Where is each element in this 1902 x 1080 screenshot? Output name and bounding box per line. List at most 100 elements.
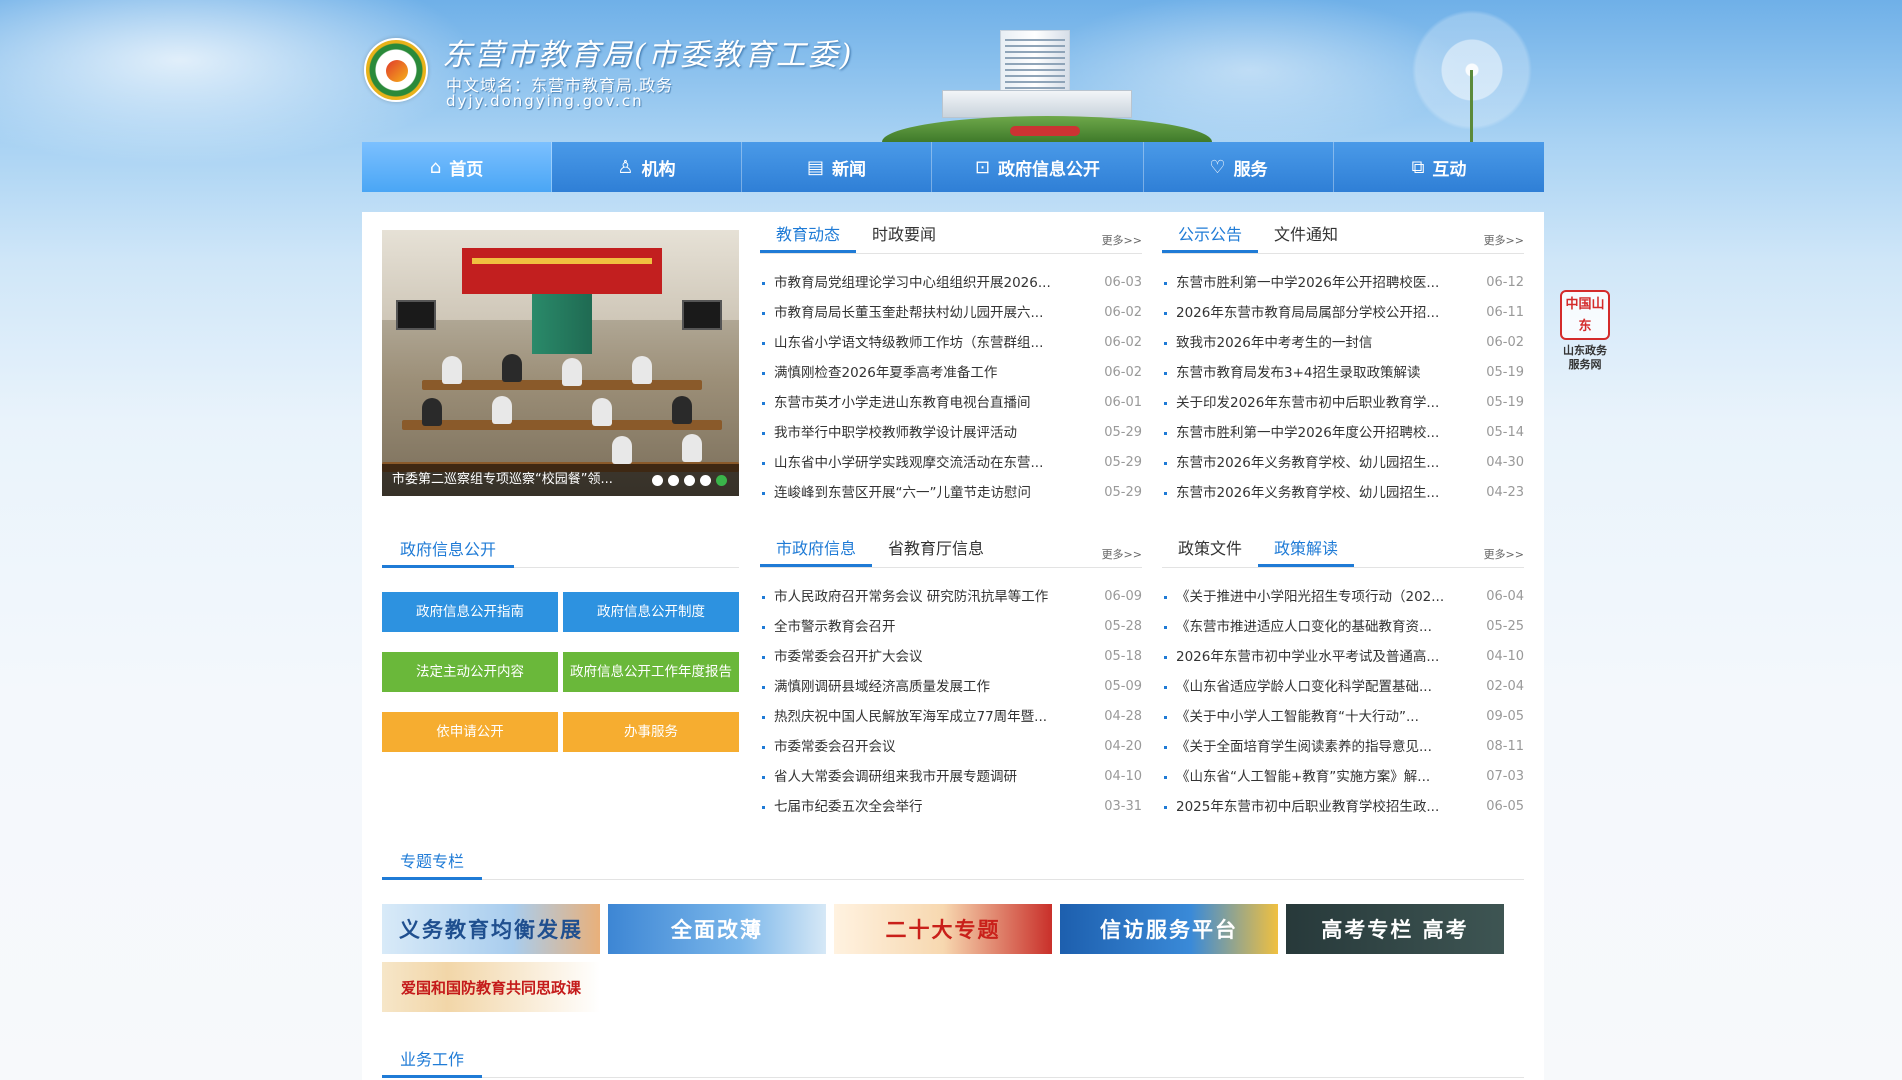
topic-20th-congress[interactable]: 二十大专题 [834, 904, 1052, 954]
list-item[interactable]: 《关于推进中小学阳光招生专项行动（202... 06-04 [1162, 582, 1524, 612]
shandong-gov-service-label: 山东政务服务网 [1563, 344, 1607, 371]
bullet-icon [1164, 281, 1167, 285]
list-item[interactable]: 2026年东营市初中学业水平考试及普通高... 04-10 [1162, 642, 1524, 672]
list-item-title: 市教育局局长董玉奎赴帮扶村幼儿园开展六... [774, 305, 1044, 321]
topic-petition-platform[interactable]: 信访服务平台 [1060, 904, 1278, 954]
list-item[interactable]: 七届市纪委五次全会举行 03-31 [760, 792, 1142, 822]
tab-education-news[interactable]: 教育动态 [760, 221, 857, 253]
list-item[interactable]: 东营市英才小学走进山东教育电视台直播间 06-01 [760, 388, 1142, 418]
bullet-icon [762, 805, 765, 809]
gov-info-guide-button[interactable]: 政府信息公开指南 [382, 592, 558, 632]
city-info-more-link[interactable]: 更多>> [1102, 546, 1142, 562]
notices-more-link[interactable]: 更多>> [1484, 232, 1524, 248]
list-item[interactable]: 东营市胜利第一中学2026年公开招聘校医... 06-12 [1162, 268, 1524, 298]
list-item[interactable]: 市委常委会召开扩大会议 05-18 [760, 642, 1142, 672]
nav-news[interactable]: ▤ 新闻 [742, 142, 932, 192]
bullet-icon [1164, 461, 1167, 465]
nav-interaction[interactable]: ⧉ 互动 [1334, 142, 1544, 192]
nav-home[interactable]: ⌂ 首页 [362, 142, 552, 192]
policy-more-link[interactable]: 更多>> [1484, 546, 1524, 562]
slide-dot-active[interactable] [716, 475, 727, 486]
topics-title[interactable]: 专题专栏 [382, 848, 483, 880]
tab-province-edu-info[interactable]: 省教育厅信息 [872, 535, 1000, 567]
service-button[interactable]: 办事服务 [563, 712, 739, 752]
list-item[interactable]: 我市举行中职学校教师教学设计展评活动 05-29 [760, 418, 1142, 448]
list-item[interactable]: 山东省小学语文特级教师工作坊（东营群组... 06-02 [760, 328, 1142, 358]
list-item-date: 03-31 [1104, 799, 1142, 814]
logo-emblem-icon [386, 60, 408, 82]
site-logo[interactable] [364, 38, 428, 102]
list-item[interactable]: 2026年东营市教育局局属部分学校公开招... 06-11 [1162, 298, 1524, 328]
slide-dot[interactable] [684, 475, 695, 486]
list-item[interactable]: 东营市教育局发布3+4招生录取政策解读 05-19 [1162, 358, 1524, 388]
topic-patriotic-education[interactable]: 爱国和国防教育共同思政课 [382, 962, 600, 1012]
list-item[interactable]: 《东营市推进适应人口变化的基础教育资... 05-25 [1162, 612, 1524, 642]
list-item-date: 06-03 [1104, 275, 1142, 290]
nav-gov-info[interactable]: ⊡ 政府信息公开 [932, 142, 1144, 192]
bullet-icon [762, 371, 765, 375]
gov-info-title[interactable]: 政府信息公开 [382, 536, 515, 568]
list-item[interactable]: 满慎刚调研县域经济高质量发展工作 05-09 [760, 672, 1142, 702]
tab-political-news[interactable]: 时政要闻 [856, 221, 952, 253]
list-item[interactable]: 致我市2026年中考考生的一封信 06-02 [1162, 328, 1524, 358]
news-slideshow[interactable]: 市委第二巡察组专项巡察“校园餐”领... [382, 230, 739, 496]
bullet-icon [762, 715, 765, 719]
list-item[interactable]: 山东省中小学研学实践观摩交流活动在东营... 05-29 [760, 448, 1142, 478]
list-item[interactable]: 《关于全面培育学生阅读素养的指导意见... 08-11 [1162, 732, 1524, 762]
tab-policy-documents[interactable]: 政策文件 [1162, 535, 1258, 567]
list-item[interactable]: 《关于中小学人工智能教育“十大行动”... 09-05 [1162, 702, 1524, 732]
topic-gaokao[interactable]: 高考专栏 高考 [1286, 904, 1504, 954]
list-item[interactable]: 市教育局局长董玉奎赴帮扶村幼儿园开展六... 06-02 [760, 298, 1142, 328]
list-item[interactable]: 关于印发2026年东营市初中后职业教育学... 05-19 [1162, 388, 1524, 418]
bullet-icon [1164, 625, 1167, 629]
list-item-date: 06-04 [1486, 589, 1524, 604]
list-item[interactable]: 东营市2026年义务教育学校、幼儿园招生... 04-30 [1162, 448, 1524, 478]
list-item[interactable]: 东营市胜利第一中学2026年度公开招聘校... 05-14 [1162, 418, 1524, 448]
nav-service[interactable]: ♡ 服务 [1144, 142, 1334, 192]
tab-policy-interpretation[interactable]: 政策解读 [1258, 535, 1355, 567]
gov-info-statutory-button[interactable]: 法定主动公开内容 [382, 652, 558, 692]
bullet-icon [762, 685, 765, 689]
nav-organization[interactable]: ♙ 机构 [552, 142, 742, 192]
news-more-link[interactable]: 更多>> [1102, 232, 1142, 248]
list-item[interactable]: 《山东省“人工智能+教育”实施方案》解... 07-03 [1162, 762, 1524, 792]
slide-dot[interactable] [700, 475, 711, 486]
list-item[interactable]: 东营市2026年义务教育学校、幼儿园招生... 04-23 [1162, 478, 1524, 508]
bullet-icon [1164, 311, 1167, 315]
list-item[interactable]: 热烈庆祝中国人民解放军海军成立77周年暨... 04-28 [760, 702, 1142, 732]
list-item[interactable]: 市委常委会召开会议 04-20 [760, 732, 1142, 762]
bullet-icon [762, 281, 765, 285]
list-item-date: 05-18 [1104, 649, 1142, 664]
shandong-gov-service-badge[interactable]: 中国山东 山东政务服务网 [1558, 290, 1612, 372]
dandelion-image [1402, 0, 1542, 142]
list-item-date: 05-28 [1104, 619, 1142, 634]
list-item-title: 东营市胜利第一中学2026年度公开招聘校... [1176, 425, 1440, 441]
tab-city-gov-info[interactable]: 市政府信息 [760, 535, 873, 567]
bullet-icon [762, 491, 765, 495]
list-item[interactable]: 市教育局党组理论学习中心组组织开展2026... 06-03 [760, 268, 1142, 298]
slide-dot[interactable] [668, 475, 679, 486]
gov-info-application-button[interactable]: 依申请公开 [382, 712, 558, 752]
list-item[interactable]: 市人民政府召开常务会议 研究防汛抗旱等工作 06-09 [760, 582, 1142, 612]
list-item-date: 05-25 [1486, 619, 1524, 634]
gov-info-annual-report-button[interactable]: 政府信息公开工作年度报告 [563, 652, 739, 692]
tab-announcements[interactable]: 公示公告 [1162, 221, 1259, 253]
topic-school-improvement[interactable]: 全面改薄 [608, 904, 826, 954]
policy-tabs: 政策文件 政策解读 更多>> [1162, 536, 1524, 568]
list-item[interactable]: 全市警示教育会召开 05-28 [760, 612, 1142, 642]
list-item-date: 06-02 [1104, 305, 1142, 320]
bullet-icon [1164, 431, 1167, 435]
list-item-title: 东营市英才小学走进山东教育电视台直播间 [774, 395, 1031, 411]
gov-info-system-button[interactable]: 政府信息公开制度 [563, 592, 739, 632]
list-item[interactable]: 连峻峰到东营区开展“六一”儿童节走访慰问 05-29 [760, 478, 1142, 508]
topic-balanced-education[interactable]: 义务教育均衡发展 [382, 904, 600, 954]
list-item[interactable]: 省人大常委会调研组来我市开展专题调研 04-10 [760, 762, 1142, 792]
shandong-seal-icon: 中国山东 [1560, 290, 1610, 340]
slide-dot[interactable] [652, 475, 663, 486]
business-title[interactable]: 业务工作 [382, 1046, 483, 1078]
list-item-date: 04-23 [1486, 485, 1524, 500]
list-item[interactable]: 满慎刚检查2026年夏季高考准备工作 06-02 [760, 358, 1142, 388]
list-item[interactable]: 《山东省适应学龄人口变化科学配置基础... 02-04 [1162, 672, 1524, 702]
list-item[interactable]: 2025年东营市初中后职业教育学校招生政... 06-05 [1162, 792, 1524, 822]
tab-document-notices[interactable]: 文件通知 [1258, 221, 1354, 253]
